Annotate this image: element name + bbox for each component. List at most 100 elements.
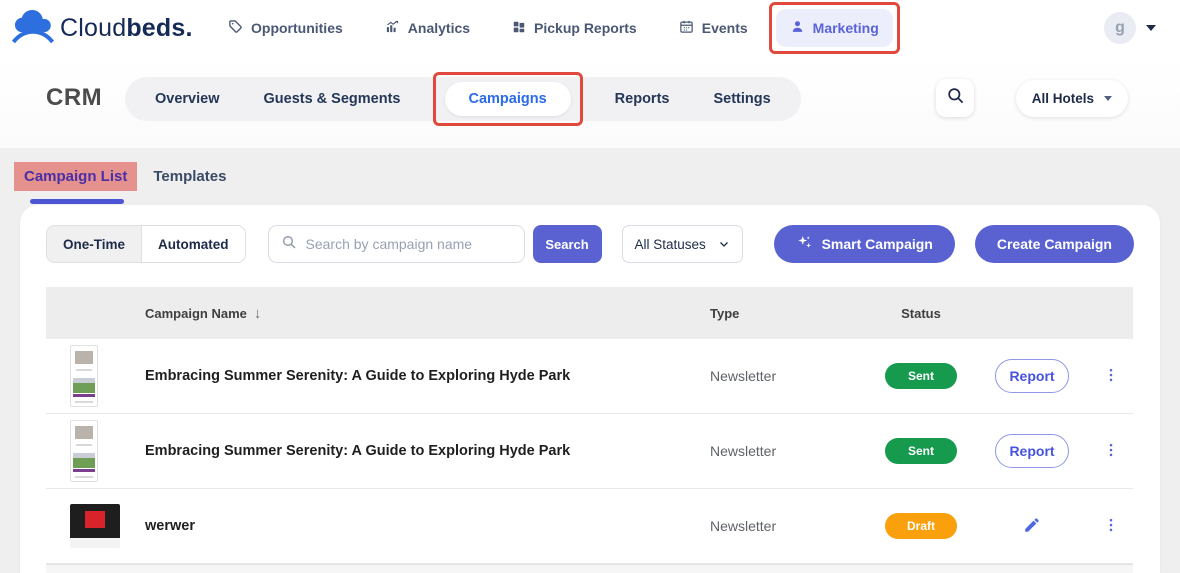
status-cell: Sent bbox=[866, 363, 976, 389]
cloudbeds-crm-screen: Cloudbeds. Opportunities bbox=[0, 0, 1180, 573]
search-icon bbox=[281, 234, 297, 255]
row-menu-button[interactable] bbox=[1098, 362, 1124, 391]
kebab-cell bbox=[1088, 512, 1133, 541]
table-header-row: Campaign Name ↓ Type Status bbox=[46, 287, 1133, 339]
nav-item-events[interactable]: Events bbox=[665, 9, 762, 47]
top-navigation-bar: Cloudbeds. Opportunities bbox=[0, 0, 1180, 56]
thumbnail-cell bbox=[46, 504, 145, 548]
nav-label-pickup-reports: Pickup Reports bbox=[534, 20, 637, 36]
tab-campaigns[interactable]: Campaigns bbox=[445, 82, 571, 116]
nav-label-events: Events bbox=[702, 20, 748, 36]
report-button[interactable]: Report bbox=[995, 434, 1069, 468]
nav-item-pickup-reports[interactable]: Pickup Reports bbox=[498, 10, 651, 47]
campaign-name-header-label: Campaign Name bbox=[145, 306, 247, 321]
column-header-campaign-name[interactable]: Campaign Name ↓ bbox=[145, 305, 686, 322]
status-filter-value: All Statuses bbox=[635, 237, 706, 252]
calendar-icon bbox=[679, 19, 694, 37]
tab-settings[interactable]: Settings bbox=[713, 91, 770, 107]
tab-reports[interactable]: Reports bbox=[615, 91, 670, 107]
smart-campaign-button[interactable]: Smart Campaign bbox=[774, 225, 955, 263]
campaign-type: Newsletter bbox=[686, 443, 866, 459]
kebab-menu-icon bbox=[1102, 441, 1120, 462]
campaign-search-input[interactable] bbox=[306, 236, 512, 252]
campaign-list-card: One-Time Automated Search All Statuses bbox=[20, 205, 1160, 573]
status-badge: Sent bbox=[885, 363, 957, 389]
table-row[interactable]: Embracing Summer Serenity: A Guide to Ex… bbox=[46, 414, 1133, 489]
campaign-kind-toggle: One-Time Automated bbox=[46, 225, 246, 263]
kebab-menu-icon bbox=[1102, 516, 1120, 537]
smart-campaign-label: Smart Campaign bbox=[822, 236, 933, 252]
content-area: Campaign List Templates One-Time Automat… bbox=[0, 148, 1180, 573]
search-icon bbox=[946, 86, 965, 110]
row-menu-button[interactable] bbox=[1098, 512, 1124, 541]
bar-chart-icon bbox=[385, 19, 400, 37]
filter-toolbar: One-Time Automated Search All Statuses bbox=[46, 225, 1134, 263]
kebab-menu-icon bbox=[1102, 366, 1120, 387]
crm-tab-bar: Overview Guests & Segments Campaigns Rep… bbox=[125, 77, 801, 121]
campaign-thumbnail bbox=[70, 504, 120, 548]
campaign-table: Campaign Name ↓ Type Status Embracing Su… bbox=[46, 287, 1133, 564]
status-filter-select[interactable]: All Statuses bbox=[622, 225, 743, 263]
cloudbeds-wordmark: Cloudbeds. bbox=[60, 14, 193, 43]
thumbnail-cell bbox=[46, 420, 145, 482]
toggle-one-time[interactable]: One-Time bbox=[47, 226, 141, 262]
campaign-name: Embracing Summer Serenity: A Guide to Ex… bbox=[145, 368, 686, 384]
person-icon bbox=[790, 19, 805, 37]
toggle-automated[interactable]: Automated bbox=[141, 226, 245, 262]
table-body: Embracing Summer Serenity: A Guide to Ex… bbox=[46, 339, 1133, 564]
table-footer-strip bbox=[46, 564, 1133, 573]
campaign-thumbnail bbox=[70, 420, 98, 482]
action-cell bbox=[976, 512, 1088, 541]
cloudbeds-logo[interactable]: Cloudbeds. bbox=[10, 6, 206, 51]
chevron-down-icon bbox=[1104, 96, 1112, 101]
nav-item-opportunities[interactable]: Opportunities bbox=[214, 9, 357, 47]
active-subtab-underline bbox=[30, 199, 124, 204]
row-menu-button[interactable] bbox=[1098, 437, 1124, 466]
tag-icon bbox=[228, 19, 243, 37]
edit-button[interactable] bbox=[1019, 512, 1045, 541]
nav-label-marketing: Marketing bbox=[813, 20, 879, 36]
campaign-search-box bbox=[268, 225, 525, 263]
status-cell: Draft bbox=[866, 513, 976, 539]
kebab-cell bbox=[1088, 437, 1133, 466]
nav-item-marketing[interactable]: Marketing bbox=[776, 9, 893, 47]
global-search-button[interactable] bbox=[936, 79, 974, 117]
table-row[interactable]: werwer Newsletter Draft bbox=[46, 489, 1133, 564]
report-button[interactable]: Report bbox=[995, 359, 1069, 393]
create-campaign-button[interactable]: Create Campaign bbox=[975, 225, 1134, 263]
thumbnail-cell bbox=[46, 345, 145, 407]
campaign-type: Newsletter bbox=[686, 368, 866, 384]
page-title: CRM bbox=[46, 84, 102, 112]
subtab-templates[interactable]: Templates bbox=[153, 162, 226, 191]
hotel-selector-value: All Hotels bbox=[1032, 91, 1094, 106]
tab-guests-segments[interactable]: Guests & Segments bbox=[264, 91, 401, 107]
table-row[interactable]: Embracing Summer Serenity: A Guide to Ex… bbox=[46, 339, 1133, 414]
column-header-status: Status bbox=[866, 306, 976, 321]
campaign-name: Embracing Summer Serenity: A Guide to Ex… bbox=[145, 443, 686, 459]
cloudbeds-cloud-icon bbox=[10, 6, 56, 51]
campaign-name: werwer bbox=[145, 518, 686, 534]
search-button[interactable]: Search bbox=[533, 225, 602, 263]
hotel-selector-dropdown[interactable]: All Hotels bbox=[1016, 80, 1128, 117]
status-badge: Sent bbox=[885, 438, 957, 464]
action-cell: Report bbox=[976, 434, 1088, 468]
grid-icon bbox=[512, 20, 526, 37]
subtab-bar: Campaign List Templates bbox=[24, 162, 226, 191]
status-badge: Draft bbox=[885, 513, 957, 539]
kebab-cell bbox=[1088, 362, 1133, 391]
sparkles-icon bbox=[796, 234, 813, 254]
nav-item-analytics[interactable]: Analytics bbox=[371, 9, 484, 47]
subtab-campaign-list[interactable]: Campaign List bbox=[14, 162, 137, 191]
status-cell: Sent bbox=[866, 438, 976, 464]
campaign-type: Newsletter bbox=[686, 518, 866, 534]
column-header-type: Type bbox=[686, 306, 866, 321]
action-cell: Report bbox=[976, 359, 1088, 393]
top-nav-items: Opportunities Analytics bbox=[214, 9, 893, 47]
campaign-thumbnail bbox=[70, 345, 98, 407]
user-menu: g bbox=[1104, 12, 1156, 44]
user-menu-caret-icon[interactable] bbox=[1146, 25, 1156, 31]
tab-campaigns-label: Campaigns bbox=[469, 91, 547, 107]
tab-overview[interactable]: Overview bbox=[155, 91, 220, 107]
nav-label-analytics: Analytics bbox=[408, 20, 470, 36]
user-avatar[interactable]: g bbox=[1104, 12, 1136, 44]
